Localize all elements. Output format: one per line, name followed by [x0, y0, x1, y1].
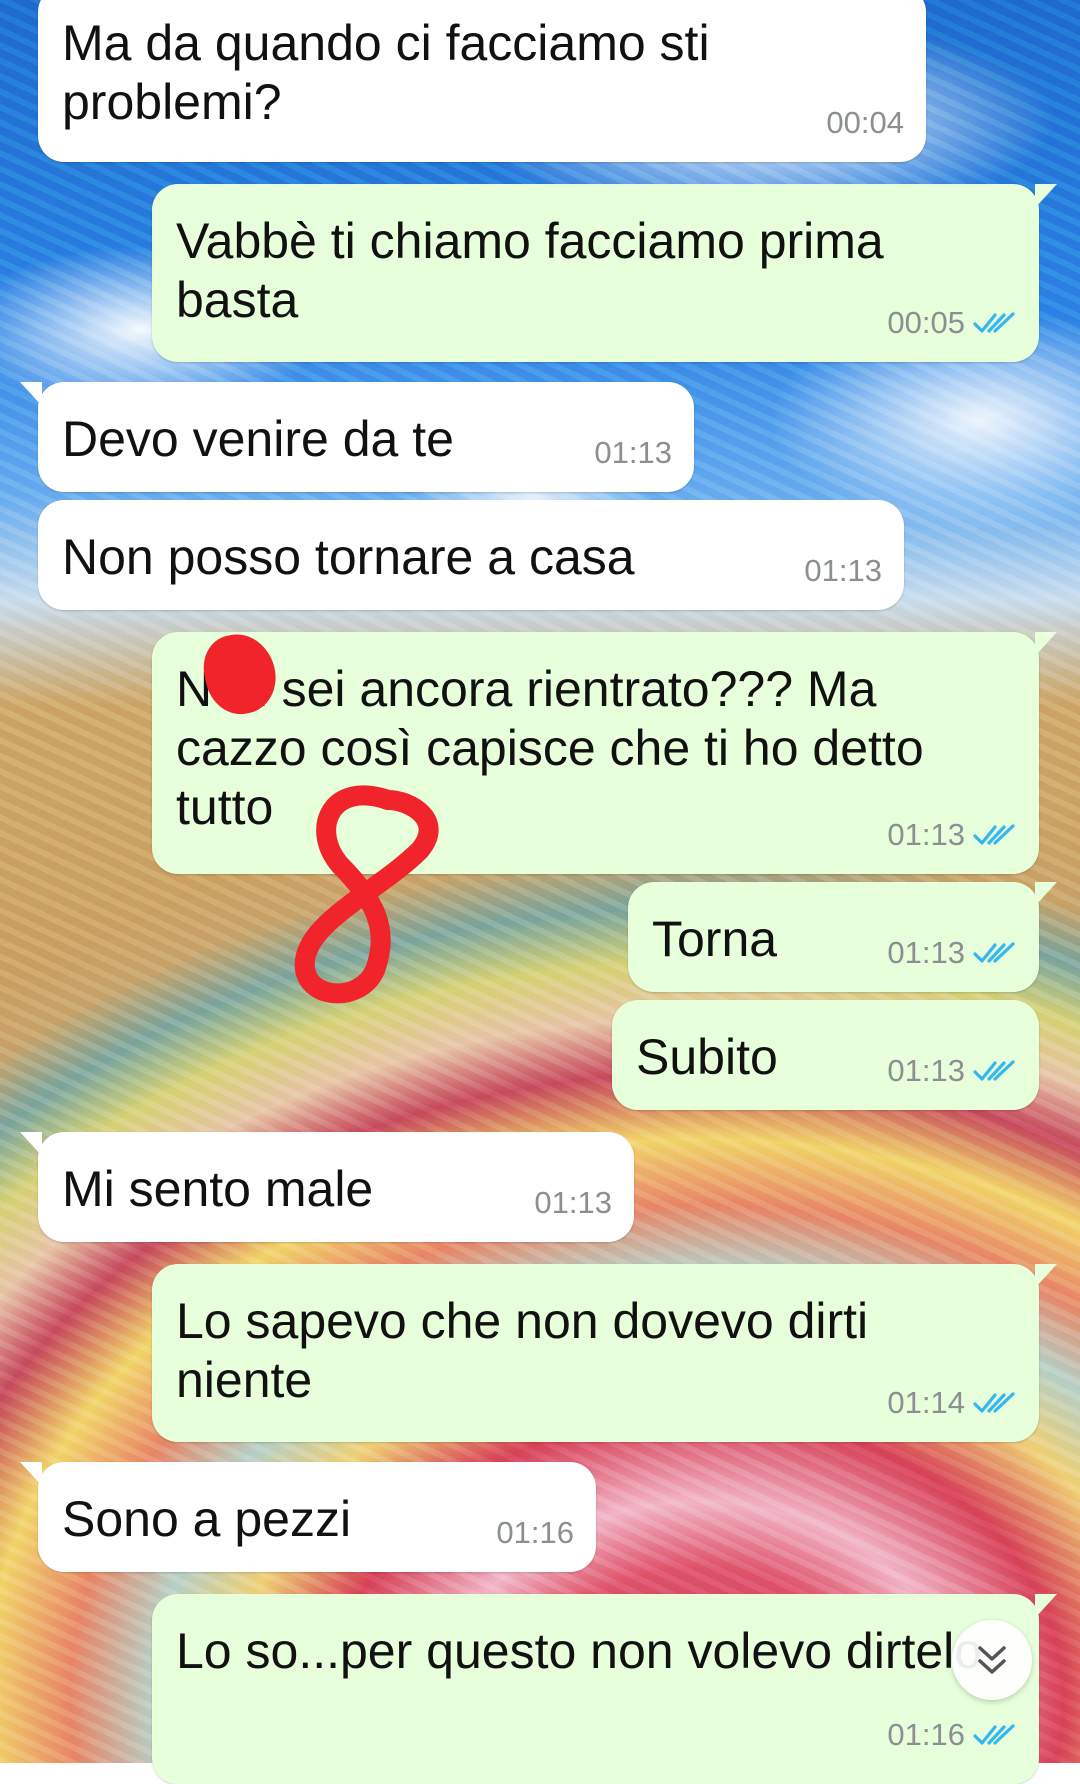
message-outgoing[interactable]: Torna 01:13 — [628, 882, 1057, 992]
double-check-icon — [973, 1723, 1015, 1745]
message-meta: 00:05 — [887, 293, 1017, 352]
scroll-to-bottom-button[interactable] — [952, 1620, 1032, 1700]
double-check-icon — [973, 823, 1015, 845]
message-outgoing[interactable]: Vabbè ti chiamo facciamo prima basta 00:… — [152, 184, 1057, 362]
message-time: 01:13 — [887, 1053, 965, 1088]
message-meta: 00:04 — [826, 93, 904, 152]
message-time: 01:13 — [804, 553, 882, 588]
message-meta: 01:16 — [887, 1705, 1017, 1764]
message-incoming[interactable]: Sono a pezzi 01:16 — [20, 1462, 596, 1572]
double-check-icon — [973, 311, 1015, 333]
message-incoming[interactable]: Devo venire da te 01:13 — [20, 382, 694, 492]
message-meta: 01:13 — [804, 541, 882, 600]
message-meta: 01:16 — [496, 1503, 574, 1562]
message-outgoing[interactable]: Subito 01:13 — [612, 1000, 1039, 1110]
message-meta: 01:13 — [887, 1041, 1017, 1100]
message-meta: 01:13 — [594, 423, 672, 482]
message-time: 01:13 — [594, 435, 672, 470]
message-time: 01:13 — [887, 935, 965, 970]
message-time: 01:13 — [534, 1185, 612, 1220]
message-time: 01:13 — [887, 817, 965, 852]
message-outgoing[interactable]: Lo so...per questo non volevo dirtelo 01… — [152, 1594, 1057, 1784]
message-text: Mi sento male — [62, 1161, 374, 1217]
message-text: Ma da quando ci facciamo sti problemi? — [62, 15, 710, 130]
message-meta: 01:13 — [887, 923, 1017, 982]
message-time: 01:16 — [496, 1515, 574, 1550]
message-text: Non posso tornare a casa — [62, 529, 635, 585]
message-incoming[interactable]: Mi sento male 01:13 — [20, 1132, 634, 1242]
handwritten-eight-annotation — [294, 785, 439, 1004]
message-text: Devo venire da te — [62, 411, 454, 467]
message-incoming[interactable]: Non posso tornare a casa 01:13 — [38, 500, 904, 610]
message-outgoing[interactable]: Lo sapevo che non dovevo dirti niente 01… — [152, 1264, 1057, 1442]
message-time: 01:14 — [887, 1385, 965, 1420]
message-time: 00:04 — [826, 105, 904, 140]
double-check-icon — [973, 1059, 1015, 1081]
message-meta: 01:14 — [887, 1373, 1017, 1432]
double-check-icon — [973, 1391, 1015, 1413]
message-meta: 01:13 — [887, 805, 1017, 864]
message-text: Lo so...per questo non volevo dirtelo — [176, 1623, 983, 1679]
message-meta: 01:13 — [534, 1173, 612, 1232]
message-time: 00:05 — [887, 305, 965, 340]
message-incoming[interactable]: Ma da quando ci facciamo sti problemi? 0… — [38, 0, 926, 162]
double-check-icon — [973, 941, 1015, 963]
message-time: 01:16 — [887, 1717, 965, 1752]
double-chevron-down-icon — [978, 1646, 1006, 1674]
